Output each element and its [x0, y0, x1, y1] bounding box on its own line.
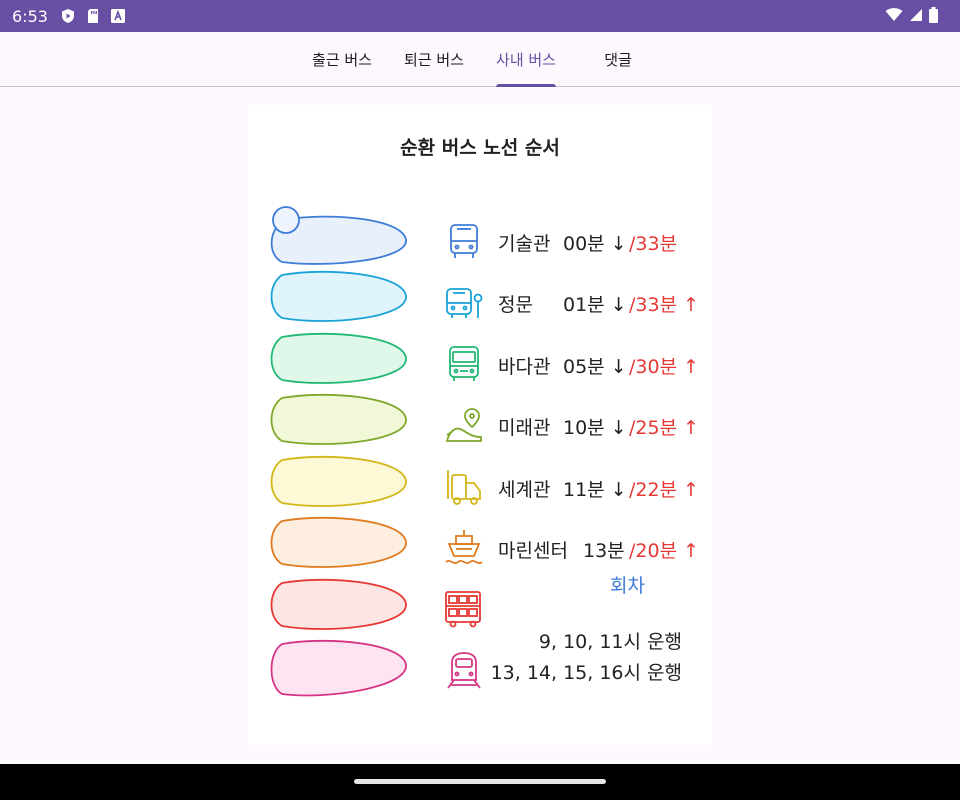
bus-stop-icon	[446, 288, 483, 318]
tab-commute-in[interactable]: 출근 버스	[300, 32, 384, 87]
battery-icon	[929, 7, 938, 23]
spring-coil-7	[270, 578, 407, 630]
turnaround-label: 회차	[610, 575, 645, 597]
sd-card-icon	[87, 9, 98, 23]
navigation-bar	[0, 764, 960, 800]
stop-name: 미래관	[498, 417, 551, 439]
stop-return-time: /22분 ↑	[629, 479, 700, 501]
wifi-icon	[885, 8, 903, 21]
stop-return-time: /33분	[629, 233, 678, 255]
home-gesture-handle[interactable]	[354, 779, 606, 784]
schedule-afternoon: 13, 14, 15, 16시 운행	[490, 662, 682, 684]
spring-top-ring	[272, 206, 300, 234]
location-route-icon	[445, 408, 482, 442]
stop-name: 정문	[498, 294, 533, 316]
stop-name: 바다관	[498, 356, 551, 378]
tab-comments[interactable]: 댓글	[576, 32, 660, 87]
train-icon	[447, 652, 481, 689]
spring-coil-8	[270, 639, 407, 697]
tab-internal-bus[interactable]: 사내 버스	[484, 32, 568, 87]
bus-front-icon	[450, 224, 478, 258]
double-decker-bus-icon	[445, 591, 481, 628]
stop-return-time: /25분 ↑	[629, 417, 700, 439]
tab-label: 댓글	[604, 51, 632, 69]
active-tab-indicator	[496, 84, 556, 87]
route-card: 순환 버스 노선 순서 기술관 00분 ↓ /33분 정문 01분 ↓ /33분…	[248, 105, 712, 745]
status-bar: 6:53	[0, 0, 960, 32]
stop-return-time: /20분 ↑	[629, 540, 700, 562]
stop-return-time: /33분 ↑	[629, 294, 700, 316]
schedule-morning: 9, 10, 11시 운행	[538, 631, 682, 653]
stop-name: 세계관	[498, 479, 551, 501]
tab-label: 사내 버스	[496, 51, 556, 69]
stop-return-time: /30분 ↑	[629, 356, 700, 378]
signal-icon	[910, 9, 922, 21]
play-protect-icon	[61, 9, 74, 23]
spring-coil-4	[270, 393, 407, 445]
spring-coil-5	[270, 455, 407, 507]
route-title: 순환 버스 노선 순서	[400, 137, 560, 159]
bus-icon	[449, 346, 479, 381]
stop-time: 11분 ↓	[563, 479, 627, 501]
tab-label: 출근 버스	[312, 51, 372, 69]
stop-time: 00분 ↓	[563, 233, 627, 255]
spring-coil-3	[270, 332, 407, 384]
keyboard-a-icon	[110, 9, 125, 23]
status-time: 6:53	[12, 6, 48, 26]
stop-time: 13분	[583, 540, 625, 562]
tab-commute-out[interactable]: 퇴근 버스	[392, 32, 476, 87]
spring-route-illustration	[270, 206, 407, 697]
truck-icon	[447, 470, 481, 505]
spring-coil-2	[270, 270, 407, 322]
stop-time: 10분 ↓	[563, 417, 627, 439]
tab-bar: 출근 버스 퇴근 버스 사내 버스 댓글	[0, 32, 960, 87]
spring-coil-6	[270, 516, 407, 568]
stop-time: 01분 ↓	[563, 294, 627, 316]
stop-time: 05분 ↓	[563, 356, 627, 378]
stop-name: 마린센터	[498, 540, 568, 562]
ship-icon	[445, 530, 483, 565]
tab-label: 퇴근 버스	[404, 51, 464, 69]
stop-name: 기술관	[498, 233, 551, 255]
